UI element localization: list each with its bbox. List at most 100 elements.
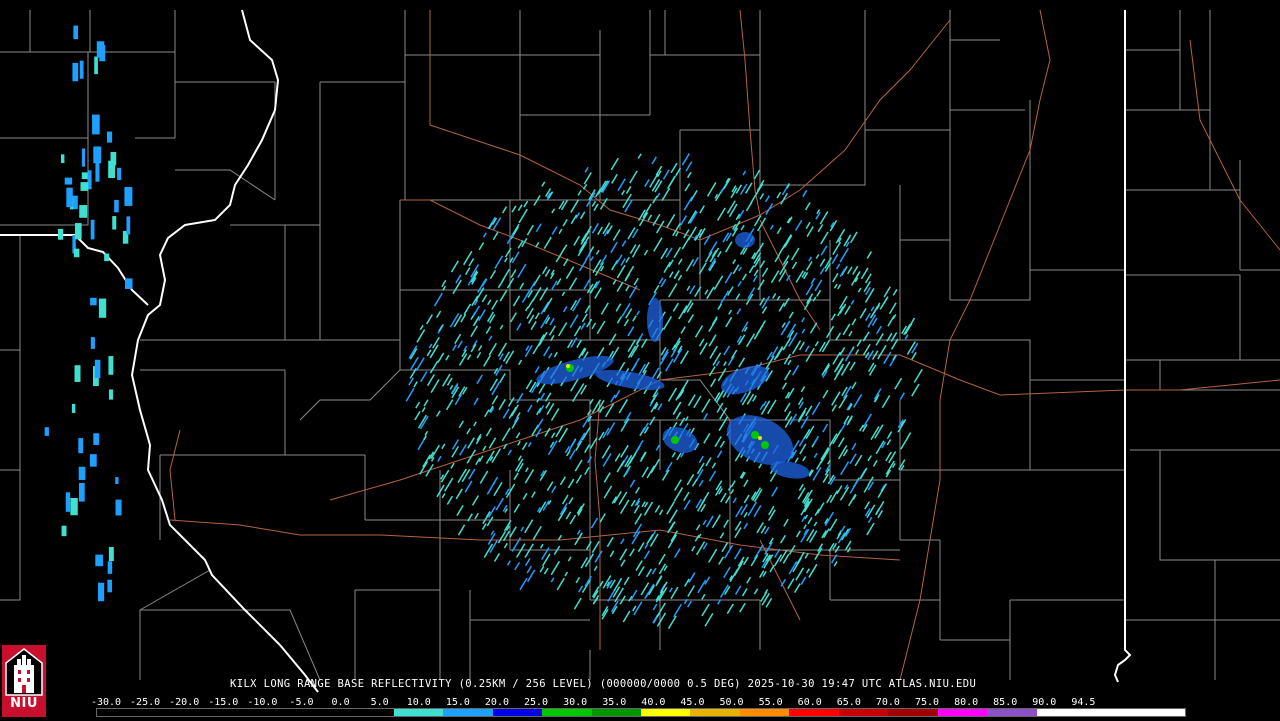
volume-info: (000000/0000 0.5 DEG) — [599, 678, 741, 690]
valid-time: 2025-10-30 19:47 UTC — [747, 678, 883, 690]
echo-band-cell — [94, 359, 101, 379]
echo-band-cell — [72, 62, 79, 82]
colorbar-segment — [393, 709, 444, 716]
radar-map[interactable] — [0, 0, 1280, 720]
echo-core-strong — [758, 436, 762, 440]
echo-band-cell — [73, 25, 79, 40]
echo-band-cell — [89, 454, 97, 467]
echo-band-cell — [64, 177, 73, 185]
colorbar-segment — [591, 709, 641, 716]
colorbar-segment — [245, 709, 295, 716]
reflectivity-colorbar — [96, 708, 1186, 717]
echo-band-cell — [98, 298, 107, 318]
echo-band-cell — [75, 223, 82, 240]
logo-text: NIU — [10, 696, 38, 711]
echo-band-cell — [104, 253, 110, 262]
echo-cell — [647, 298, 663, 342]
colorbar-label: -5.0 — [289, 697, 314, 708]
echo-band-cell — [78, 438, 84, 454]
colorbar-label: -15.0 — [208, 697, 239, 708]
colorbar-segment — [1036, 709, 1087, 716]
echo-band-cell — [78, 482, 85, 502]
echo-band-cell — [60, 154, 65, 164]
colorbar-segment — [443, 709, 493, 716]
map-background — [0, 0, 1280, 720]
colorbar-label: 80.0 — [954, 697, 979, 708]
echo-band-cell — [94, 56, 98, 75]
colorbar-label: 65.0 — [836, 697, 861, 708]
colorbar-segment — [492, 709, 543, 716]
echo-band-cell — [115, 477, 119, 485]
colorbar-label: 85.0 — [993, 697, 1018, 708]
echo-band-cell — [71, 403, 76, 413]
echo-band-cell — [79, 205, 88, 218]
echo-band-cell — [108, 389, 114, 400]
echo-band-cell — [114, 199, 119, 213]
echo-band-cell — [106, 131, 113, 143]
echo-band-cell — [65, 492, 71, 512]
echo-band-cell — [74, 365, 81, 382]
echo-band-cell — [108, 547, 114, 562]
colorbar-label: 15.0 — [445, 697, 470, 708]
echo-band-cell — [90, 337, 95, 349]
echo-band-cell — [93, 146, 102, 164]
colorbar-label: 35.0 — [602, 697, 627, 708]
echo-band-cell — [112, 216, 117, 230]
colorbar-segment — [1086, 709, 1136, 716]
echo-band-cell — [61, 525, 67, 537]
colorbar-segment — [640, 709, 691, 716]
colorbar-segment — [739, 709, 790, 716]
echo-band-cell — [115, 499, 122, 516]
colorbar-segment — [690, 709, 740, 716]
colorbar-label: 10.0 — [406, 697, 431, 708]
echo-band-cell — [73, 248, 80, 258]
colorbar-segment — [146, 709, 196, 716]
colorbar-label: 40.0 — [641, 697, 666, 708]
echo-band-cell — [78, 466, 86, 480]
echo-core-strong — [566, 364, 570, 368]
colorbar-segment — [1135, 709, 1185, 716]
colorbar-segment — [97, 709, 147, 716]
colorbar-segment — [344, 709, 394, 716]
colorbar-label: -20.0 — [169, 697, 200, 708]
echo-band-cell — [92, 114, 100, 135]
colorbar-label: -30.0 — [90, 697, 122, 708]
echo-band-cell — [125, 278, 133, 289]
colorbar-label: -25.0 — [130, 697, 161, 708]
echo-core — [671, 436, 679, 444]
echo-band-cell — [70, 497, 78, 516]
colorbar-label: 90.0 — [1032, 697, 1057, 708]
echo-band-cell — [96, 41, 105, 58]
product-name: LONG RANGE BASE REFLECTIVITY — [263, 678, 452, 690]
colorbar-segment — [542, 709, 592, 716]
colorbar-segment — [888, 709, 938, 716]
echo-band-cell — [79, 60, 84, 79]
colorbar-label: 50.0 — [719, 697, 744, 708]
echo-band-cell — [110, 151, 117, 166]
colorbar-segment — [937, 709, 988, 716]
echo-band-cell — [93, 433, 100, 445]
colorbar-label: 55.0 — [758, 697, 783, 708]
echo-band-cell — [90, 297, 97, 306]
echo-band-cell — [81, 172, 88, 180]
product-resolution: (0.25KM / 256 LEVEL) — [458, 678, 593, 690]
source-site: ATLAS.NIU.EDU — [888, 678, 977, 690]
echo-core — [761, 441, 769, 449]
colorbar-segment — [789, 709, 839, 716]
colorbar-segment — [838, 709, 889, 716]
echo-band-cell — [98, 582, 105, 602]
echo-band-cell — [44, 427, 49, 436]
colorbar-label: -10.0 — [247, 697, 278, 708]
colorbar-label: 70.0 — [875, 697, 900, 708]
echo-band-cell — [126, 216, 131, 235]
station-id: KILX — [230, 678, 257, 690]
colorbar-label: 5.0 — [370, 697, 389, 708]
niu-logo: NIU — [2, 645, 46, 717]
echo-band-cell — [108, 356, 114, 375]
colorbar-label: 75.0 — [914, 697, 940, 708]
echo-band-cell — [124, 187, 133, 206]
echo-band-cell — [87, 170, 92, 190]
colorbar-label: 30.0 — [563, 697, 588, 708]
colorbar-segment — [294, 709, 345, 716]
colorbar-label: 94.5 — [1071, 697, 1096, 708]
